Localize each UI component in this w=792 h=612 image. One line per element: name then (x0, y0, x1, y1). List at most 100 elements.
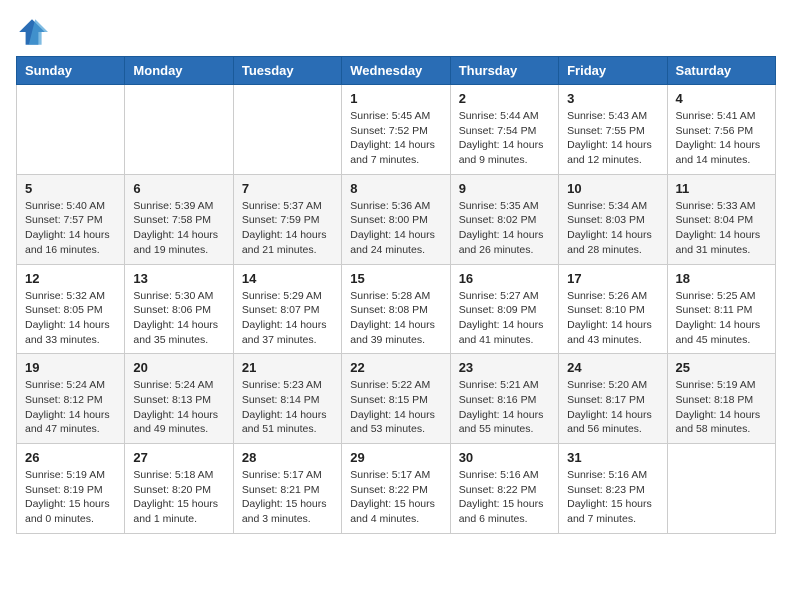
calendar-cell: 29 Sunrise: 5:17 AM Sunset: 8:22 PM Dayli… (342, 444, 450, 534)
day-number: 24 (567, 360, 658, 375)
calendar-cell: 11Sunrise: 5:33 AM Sunset: 8:04 PM Dayli… (667, 174, 775, 264)
calendar-cell: 15 Sunrise: 5:28 AM Sunset: 8:08 PM Dayli… (342, 264, 450, 354)
page-header (16, 16, 776, 48)
calendar-cell: 4 Sunrise: 5:41 AM Sunset: 7:56 PM Daylig… (667, 85, 775, 175)
calendar-header-monday: Monday (125, 57, 233, 85)
calendar-cell: 7 Sunrise: 5:37 AM Sunset: 7:59 PM Daylig… (233, 174, 341, 264)
day-number: 5 (25, 181, 116, 196)
calendar-cell: 14 Sunrise: 5:29 AM Sunset: 8:07 PM Dayli… (233, 264, 341, 354)
day-number: 7 (242, 181, 333, 196)
day-number: 21 (242, 360, 333, 375)
day-number: 14 (242, 271, 333, 286)
calendar-cell: 26 Sunrise: 5:19 AM Sunset: 8:19 PM Dayli… (17, 444, 125, 534)
calendar-cell: 16Sunrise: 5:27 AM Sunset: 8:09 PM Dayli… (450, 264, 558, 354)
day-info: Sunrise: 5:17 AM Sunset: 8:21 PM Dayligh… (242, 468, 333, 527)
day-info: Sunrise: 5:37 AM Sunset: 7:59 PM Dayligh… (242, 199, 333, 258)
calendar-week-row: 5 Sunrise: 5:40 AM Sunset: 7:57 PM Daylig… (17, 174, 776, 264)
day-info: Sunrise: 5:36 AM Sunset: 8:00 PM Dayligh… (350, 199, 441, 258)
day-number: 12 (25, 271, 116, 286)
day-info: Sunrise: 5:22 AM Sunset: 8:15 PM Dayligh… (350, 378, 441, 437)
day-info: Sunrise: 5:41 AM Sunset: 7:56 PM Dayligh… (676, 109, 767, 168)
day-number: 26 (25, 450, 116, 465)
day-number: 19 (25, 360, 116, 375)
calendar-cell: 13 Sunrise: 5:30 AM Sunset: 8:06 PM Dayli… (125, 264, 233, 354)
day-number: 31 (567, 450, 658, 465)
day-info: Sunrise: 5:27 AM Sunset: 8:09 PM Dayligh… (459, 289, 550, 348)
calendar-cell: 30 Sunrise: 5:16 AM Sunset: 8:22 PM Dayli… (450, 444, 558, 534)
calendar-week-row: 26 Sunrise: 5:19 AM Sunset: 8:19 PM Dayli… (17, 444, 776, 534)
day-info: Sunrise: 5:35 AM Sunset: 8:02 PM Dayligh… (459, 199, 550, 258)
calendar-header-saturday: Saturday (667, 57, 775, 85)
day-info: Sunrise: 5:24 AM Sunset: 8:13 PM Dayligh… (133, 378, 224, 437)
calendar-cell: 18 Sunrise: 5:25 AM Sunset: 8:11 PM Dayli… (667, 264, 775, 354)
day-number: 23 (459, 360, 550, 375)
day-info: Sunrise: 5:28 AM Sunset: 8:08 PM Dayligh… (350, 289, 441, 348)
calendar-cell: 25Sunrise: 5:19 AM Sunset: 8:18 PM Dayli… (667, 354, 775, 444)
calendar-cell: 17 Sunrise: 5:26 AM Sunset: 8:10 PM Dayli… (559, 264, 667, 354)
calendar-week-row: 12 Sunrise: 5:32 AM Sunset: 8:05 PM Dayli… (17, 264, 776, 354)
calendar-cell (17, 85, 125, 175)
calendar-cell: 22Sunrise: 5:22 AM Sunset: 8:15 PM Dayli… (342, 354, 450, 444)
day-number: 13 (133, 271, 224, 286)
calendar-cell: 21 Sunrise: 5:23 AM Sunset: 8:14 PM Dayli… (233, 354, 341, 444)
day-info: Sunrise: 5:25 AM Sunset: 8:11 PM Dayligh… (676, 289, 767, 348)
day-number: 17 (567, 271, 658, 286)
calendar-cell: 10 Sunrise: 5:34 AM Sunset: 8:03 PM Dayli… (559, 174, 667, 264)
logo-icon (16, 16, 48, 48)
day-number: 9 (459, 181, 550, 196)
calendar-cell: 2 Sunrise: 5:44 AM Sunset: 7:54 PM Daylig… (450, 85, 558, 175)
calendar-cell: 28 Sunrise: 5:17 AM Sunset: 8:21 PM Dayli… (233, 444, 341, 534)
day-number: 20 (133, 360, 224, 375)
calendar-cell: 5 Sunrise: 5:40 AM Sunset: 7:57 PM Daylig… (17, 174, 125, 264)
day-info: Sunrise: 5:26 AM Sunset: 8:10 PM Dayligh… (567, 289, 658, 348)
calendar-cell: 31 Sunrise: 5:16 AM Sunset: 8:23 PM Dayli… (559, 444, 667, 534)
calendar-cell: 24Sunrise: 5:20 AM Sunset: 8:17 PM Dayli… (559, 354, 667, 444)
day-info: Sunrise: 5:24 AM Sunset: 8:12 PM Dayligh… (25, 378, 116, 437)
day-info: Sunrise: 5:16 AM Sunset: 8:23 PM Dayligh… (567, 468, 658, 527)
day-info: Sunrise: 5:34 AM Sunset: 8:03 PM Dayligh… (567, 199, 658, 258)
day-number: 10 (567, 181, 658, 196)
day-number: 2 (459, 91, 550, 106)
calendar-cell (667, 444, 775, 534)
calendar-header-tuesday: Tuesday (233, 57, 341, 85)
calendar-cell: 9 Sunrise: 5:35 AM Sunset: 8:02 PM Daylig… (450, 174, 558, 264)
calendar-cell: 3 Sunrise: 5:43 AM Sunset: 7:55 PM Daylig… (559, 85, 667, 175)
day-info: Sunrise: 5:32 AM Sunset: 8:05 PM Dayligh… (25, 289, 116, 348)
calendar-cell: 20 Sunrise: 5:24 AM Sunset: 8:13 PM Dayli… (125, 354, 233, 444)
day-info: Sunrise: 5:40 AM Sunset: 7:57 PM Dayligh… (25, 199, 116, 258)
day-info: Sunrise: 5:17 AM Sunset: 8:22 PM Dayligh… (350, 468, 441, 527)
day-number: 4 (676, 91, 767, 106)
day-number: 25 (676, 360, 767, 375)
day-number: 27 (133, 450, 224, 465)
day-number: 29 (350, 450, 441, 465)
day-info: Sunrise: 5:19 AM Sunset: 8:19 PM Dayligh… (25, 468, 116, 527)
calendar-cell: 23 Sunrise: 5:21 AM Sunset: 8:16 PM Dayli… (450, 354, 558, 444)
day-info: Sunrise: 5:39 AM Sunset: 7:58 PM Dayligh… (133, 199, 224, 258)
day-info: Sunrise: 5:44 AM Sunset: 7:54 PM Dayligh… (459, 109, 550, 168)
day-number: 11 (676, 181, 767, 196)
day-info: Sunrise: 5:21 AM Sunset: 8:16 PM Dayligh… (459, 378, 550, 437)
calendar-cell: 6 Sunrise: 5:39 AM Sunset: 7:58 PM Daylig… (125, 174, 233, 264)
calendar-header-row: SundayMondayTuesdayWednesdayThursdayFrid… (17, 57, 776, 85)
calendar-header-thursday: Thursday (450, 57, 558, 85)
day-info: Sunrise: 5:16 AM Sunset: 8:22 PM Dayligh… (459, 468, 550, 527)
calendar-cell: 8Sunrise: 5:36 AM Sunset: 8:00 PM Daylig… (342, 174, 450, 264)
day-number: 3 (567, 91, 658, 106)
day-number: 28 (242, 450, 333, 465)
calendar-header-wednesday: Wednesday (342, 57, 450, 85)
calendar-week-row: 19 Sunrise: 5:24 AM Sunset: 8:12 PM Dayli… (17, 354, 776, 444)
day-info: Sunrise: 5:43 AM Sunset: 7:55 PM Dayligh… (567, 109, 658, 168)
day-number: 18 (676, 271, 767, 286)
calendar-cell: 27Sunrise: 5:18 AM Sunset: 8:20 PM Dayli… (125, 444, 233, 534)
calendar-header-friday: Friday (559, 57, 667, 85)
day-info: Sunrise: 5:30 AM Sunset: 8:06 PM Dayligh… (133, 289, 224, 348)
day-number: 15 (350, 271, 441, 286)
day-info: Sunrise: 5:23 AM Sunset: 8:14 PM Dayligh… (242, 378, 333, 437)
day-info: Sunrise: 5:29 AM Sunset: 8:07 PM Dayligh… (242, 289, 333, 348)
calendar-cell (125, 85, 233, 175)
calendar-cell (233, 85, 341, 175)
day-info: Sunrise: 5:45 AM Sunset: 7:52 PM Dayligh… (350, 109, 441, 168)
calendar-table: SundayMondayTuesdayWednesdayThursdayFrid… (16, 56, 776, 534)
day-number: 30 (459, 450, 550, 465)
day-number: 6 (133, 181, 224, 196)
